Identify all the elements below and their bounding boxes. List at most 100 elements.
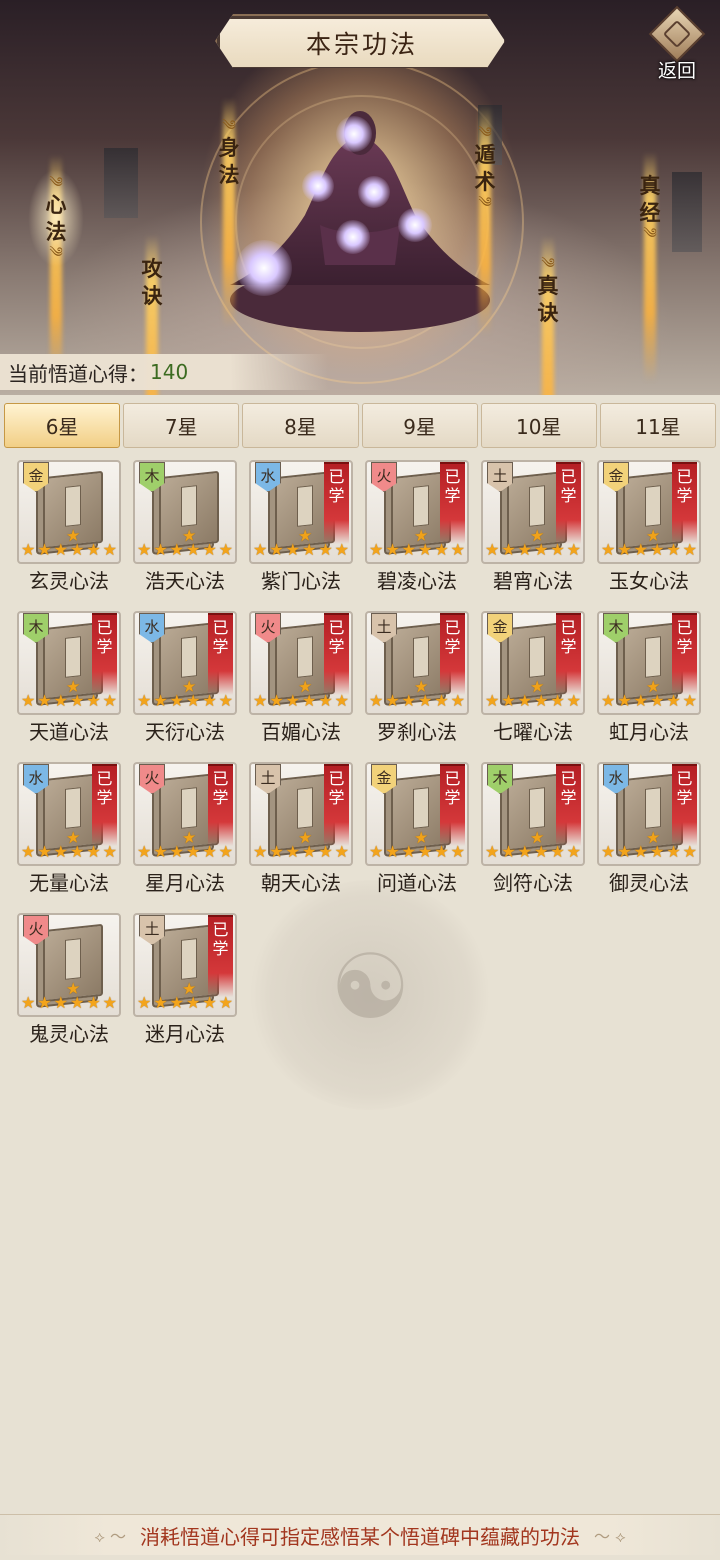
star-icon: ★	[533, 842, 549, 861]
star-icon: ★	[21, 540, 36, 559]
skill-card[interactable]: ★ 木已学 ★ ★ ★ ★ ★ ★ 剑符心法	[481, 762, 585, 902]
star-icon: ★	[37, 842, 52, 861]
skill-card[interactable]: ★ 金已学 ★ ★ ★ ★ ★ ★ 问道心法	[365, 762, 469, 902]
star-icon: ★	[633, 540, 648, 559]
category-gongjue[interactable]: 攻 诀	[130, 235, 174, 395]
star-icon: ★	[417, 842, 433, 861]
star-icon: ★	[682, 540, 697, 559]
category-label: 真	[537, 273, 559, 298]
skill-name: 剑符心法	[493, 871, 573, 895]
star-icon: ★	[533, 540, 549, 559]
skill-card[interactable]: ★ 木已学 ★ ★ ★ ★ ★ ★ 天道心法	[17, 611, 121, 751]
category-zhenjing[interactable]: 真 经 ༄	[628, 152, 672, 382]
star-icon: ★	[86, 540, 101, 559]
star-icon: ★	[169, 691, 184, 710]
star-rating: ★ ★ ★ ★ ★ ★	[601, 844, 697, 860]
star-icon: ★	[202, 993, 217, 1012]
category-label: 法	[45, 219, 67, 244]
skill-card[interactable]: ★ 土已学 ★ ★ ★ ★ ★ ★ 迷月心法	[133, 913, 237, 1053]
learned-ribbon: 已学	[556, 462, 581, 544]
tab-10-star[interactable]: 10星	[480, 403, 597, 448]
skill-card[interactable]: ★ 水已学 ★ ★ ★ ★ ★ ★ 紫门心法	[249, 460, 353, 600]
skill-card[interactable]: ★ 火已学 ★ ★ ★ ★ ★ ★ 碧凌心法	[365, 460, 469, 600]
star-icon: ★	[601, 540, 616, 559]
star-rating: ★ ★ ★ ★ ★ ★	[137, 844, 233, 860]
star-rating: ★ ★ ★ ★ ★ ★	[21, 693, 117, 709]
skill-card[interactable]: ★ 火已学 ★ ★ ★ ★ ★ ★ 星月心法	[133, 762, 237, 902]
star-icon: ★	[517, 691, 532, 710]
learned-ribbon: 已学	[440, 462, 465, 544]
skill-card[interactable]: ★ 土已学 ★ ★ ★ ★ ★ ★ 罗刹心法	[365, 611, 469, 751]
star-icon: ★	[434, 540, 449, 559]
tab-8-star[interactable]: 8星	[242, 403, 359, 448]
star-icon: ★	[401, 540, 416, 559]
star-icon: ★	[417, 691, 433, 710]
star-icon: ★	[417, 540, 433, 559]
category-label: 心	[45, 192, 67, 217]
star-icon: ★	[517, 540, 532, 559]
star-icon: ★	[218, 842, 233, 861]
skill-card[interactable]: ★ 火已学 ★ ★ ★ ★ ★ ★ 百媚心法	[249, 611, 353, 751]
star-icon: ★	[153, 842, 168, 861]
category-dunshu[interactable]: ༄ 遁 术 ༄	[463, 105, 507, 335]
star-icon: ★	[202, 842, 217, 861]
tab-7-star[interactable]: 7星	[123, 403, 240, 448]
learned-ribbon: 已学	[324, 613, 349, 695]
star-icon: ★	[21, 993, 36, 1012]
star-icon: ★	[301, 691, 317, 710]
back-button[interactable]: 返回	[645, 5, 709, 82]
category-label: 身	[218, 135, 240, 160]
tab-9-star[interactable]: 9星	[361, 403, 478, 448]
ornament-icon: ～ ⟡	[594, 1527, 626, 1546]
star-icon: ★	[334, 691, 349, 710]
skill-card[interactable]: ★ 土已学 ★ ★ ★ ★ ★ ★ 朝天心法	[249, 762, 353, 902]
skill-card[interactable]: ★ 木已学 ★ ★ ★ ★ ★ ★ 虹月心法	[597, 611, 701, 751]
skill-card[interactable]: ★ 土已学 ★ ★ ★ ★ ★ ★ 碧宵心法	[481, 460, 585, 600]
star-icon: ★	[617, 691, 632, 710]
tab-6-star[interactable]: 6星	[4, 403, 121, 448]
star-icon: ★	[169, 842, 184, 861]
star-icon: ★	[450, 691, 465, 710]
star-icon: ★	[550, 540, 565, 559]
skill-card[interactable]: ★ 火 ★ ★ ★ ★ ★ ★ 鬼灵心法	[17, 913, 121, 1053]
star-icon: ★	[318, 540, 333, 559]
learned-ribbon: 已学	[672, 764, 697, 846]
star-icon: ★	[269, 540, 284, 559]
star-icon: ★	[169, 993, 184, 1012]
star-icon: ★	[86, 993, 101, 1012]
star-icon: ★	[485, 691, 500, 710]
star-icon: ★	[334, 842, 349, 861]
category-zhenjue[interactable]: ༄ 真 诀	[526, 236, 570, 395]
star-icon: ★	[285, 842, 300, 861]
skill-card[interactable]: ★ 水已学 ★ ★ ★ ★ ★ ★ 天衍心法	[133, 611, 237, 751]
star-icon: ★	[550, 691, 565, 710]
skill-card[interactable]: ★ 金已学 ★ ★ ★ ★ ★ ★ 七曜心法	[481, 611, 585, 751]
star-icon: ★	[137, 842, 152, 861]
learned-ribbon: 已学	[324, 764, 349, 846]
skill-card[interactable]: ★ 金已学 ★ ★ ★ ★ ★ ★ 玉女心法	[597, 460, 701, 600]
skill-card[interactable]: ★ 水已学 ★ ★ ★ ★ ★ ★ 御灵心法	[597, 762, 701, 902]
skill-name: 星月心法	[145, 871, 225, 895]
skill-card[interactable]: ★ 木 ★ ★ ★ ★ ★ ★ 浩天心法	[133, 460, 237, 600]
skill-card[interactable]: ★ 金 ★ ★ ★ ★ ★ ★ 玄灵心法	[17, 460, 121, 600]
tab-11-star[interactable]: 11星	[599, 403, 717, 448]
star-icon: ★	[269, 691, 284, 710]
learned-ribbon: 已学	[672, 613, 697, 695]
star-rating: ★ ★ ★ ★ ★ ★	[253, 542, 349, 558]
star-icon: ★	[401, 842, 416, 861]
star-icon: ★	[666, 691, 681, 710]
manual-book-icon: ★	[43, 923, 103, 1003]
manual-book-icon: ★	[159, 470, 219, 550]
star-icon: ★	[666, 842, 681, 861]
star-icon: ★	[218, 691, 233, 710]
energy-orb	[398, 208, 432, 242]
star-icon: ★	[434, 842, 449, 861]
star-icon: ★	[385, 691, 400, 710]
star-icon: ★	[218, 993, 233, 1012]
skill-name: 天道心法	[29, 720, 109, 744]
category-shenfa[interactable]: ༄ 身 法	[207, 98, 251, 328]
category-xinfa[interactable]: ༄ 心 法 ༄	[28, 155, 84, 385]
skill-card[interactable]: ★ 水已学 ★ ★ ★ ★ ★ ★ 无量心法	[17, 762, 121, 902]
star-icon: ★	[21, 691, 36, 710]
star-icon: ★	[285, 691, 300, 710]
